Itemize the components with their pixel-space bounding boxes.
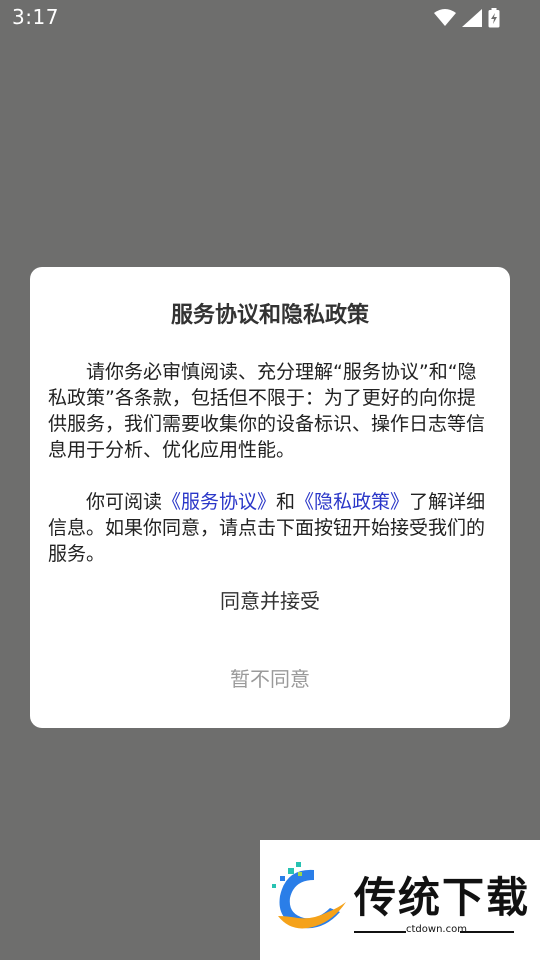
links-paragraph-prefix: 你可阅读: [86, 491, 163, 513]
brand-logo-icon: [272, 862, 346, 929]
dialog-title: 服务协议和隐私政策: [170, 303, 369, 328]
battery-charging-icon: [488, 8, 500, 28]
status-time: 3:17: [12, 5, 59, 29]
watermark-divider-right: [460, 931, 514, 933]
status-bar: 3:17: [0, 0, 540, 36]
watermark-url: ctdown.com: [406, 924, 467, 935]
links-paragraph-and: 和: [276, 491, 296, 513]
status-icons: [434, 8, 500, 28]
links-paragraph: 你可阅读《服务协议》和《隐私政策》了解详细信息。如果你同意，请点击下面按钮开始接…: [48, 489, 494, 567]
privacy-policy-link[interactable]: 《隐私政策》: [295, 491, 409, 513]
dialog-body: 请你务必审慎阅读、充分理解“服务协议”和“隐私政策”各条款，包括但不限于：为了更…: [48, 359, 494, 567]
privacy-dialog: 服务协议和隐私政策 请你务必审慎阅读、充分理解“服务协议”和“隐私政策”各条款，…: [30, 267, 510, 728]
cellular-signal-icon: [462, 9, 482, 27]
decline-button[interactable]: 暂不同意: [30, 663, 510, 693]
consent-paragraph: 请你务必审慎阅读、充分理解“服务协议”和“隐私政策”各条款，包括但不限于：为了更…: [48, 361, 486, 461]
service-agreement-link[interactable]: 《服务协议》: [162, 491, 276, 513]
watermark: 传统下载 ctdown.com: [260, 840, 540, 960]
accept-button[interactable]: 同意并接受: [30, 585, 510, 615]
watermark-brand: 传统下载: [354, 873, 531, 922]
wifi-icon: [434, 9, 456, 26]
watermark-divider-left: [354, 931, 406, 933]
